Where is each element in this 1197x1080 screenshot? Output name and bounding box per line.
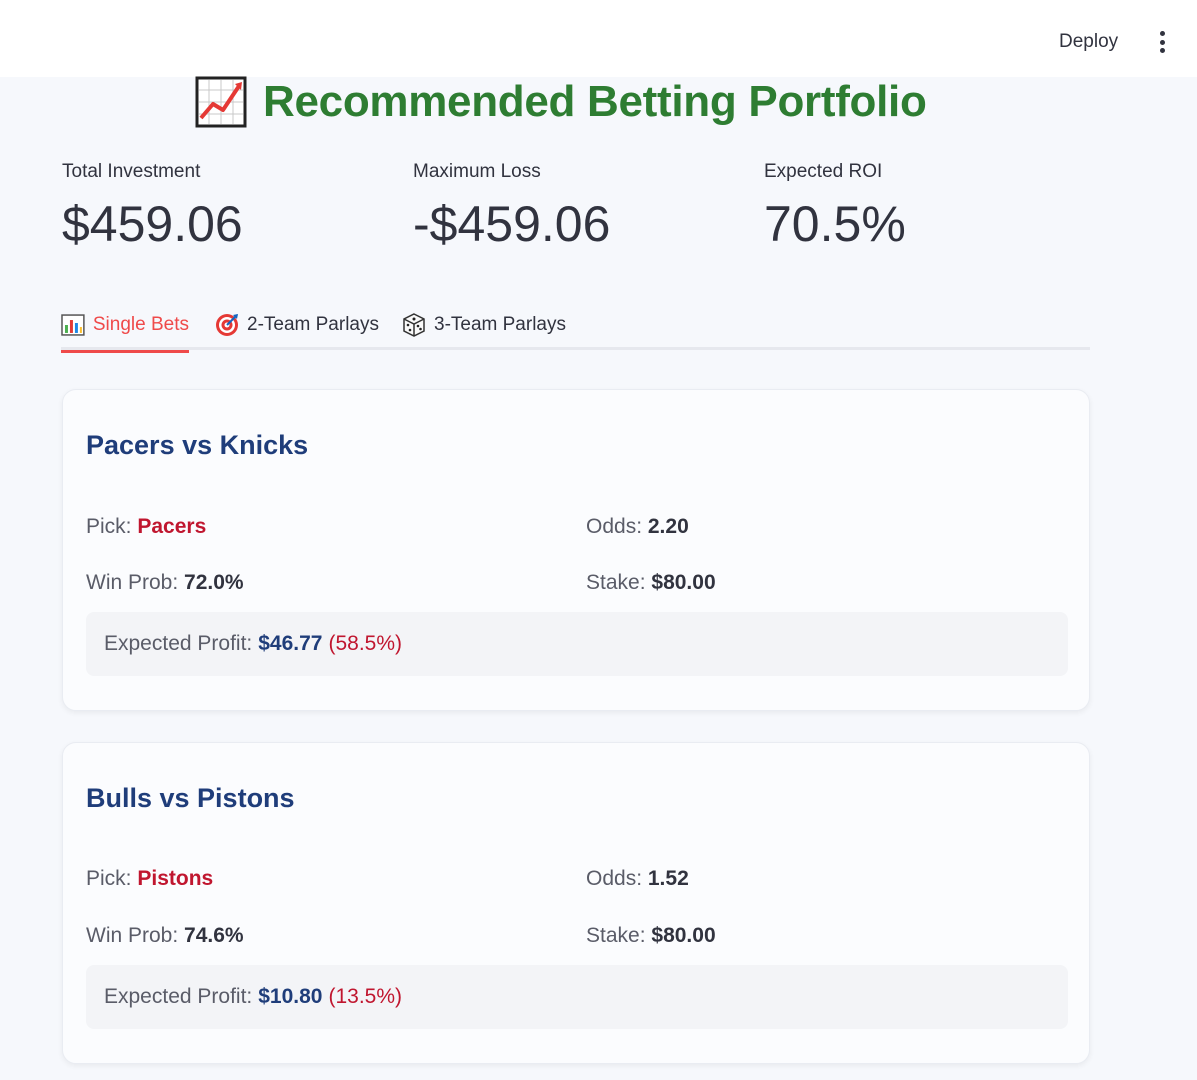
- odds-value: 1.52: [647, 867, 689, 890]
- tab-label: Single Bets: [92, 314, 189, 335]
- stake-value: $80.00: [651, 571, 716, 594]
- bet-card: Pacers vs Knicks Pick: Pacers Odds: 2.20…: [62, 389, 1090, 711]
- bet-pick: Pick: Pacers: [86, 515, 206, 539]
- tab-single-bets[interactable]: Single Bets: [61, 300, 189, 353]
- expected-profit-box: Expected Profit: $46.77 (58.5%): [86, 612, 1068, 676]
- bet-stake: Stake: $80.00: [586, 571, 716, 595]
- bet-stake: Stake: $80.00: [586, 924, 716, 948]
- win-prob-value: 74.6%: [184, 924, 244, 947]
- pick-label: Pick:: [86, 867, 132, 890]
- tab-label: 3-Team Parlays: [434, 314, 566, 335]
- expected-profit-label: Expected Profit:: [104, 985, 253, 1008]
- win-prob-label: Win Prob:: [86, 924, 179, 947]
- win-prob-label: Win Prob:: [86, 571, 179, 594]
- bet-odds: Odds: 2.20: [586, 515, 689, 539]
- metric-label: Total Investment: [62, 161, 201, 182]
- tab-bar: Single Bets 2-Team Parlays 3-Team Parlay…: [61, 300, 1090, 353]
- metric-value: -$459.06: [413, 196, 611, 252]
- metric-total-investment: Total Investment $459.06: [62, 158, 392, 252]
- odds-label: Odds:: [586, 867, 643, 890]
- bet-win-prob: Win Prob: 74.6%: [86, 924, 244, 948]
- bet-matchup-title: Pacers vs Knicks: [86, 430, 309, 460]
- dice-icon: [403, 313, 425, 337]
- bet-odds: Odds: 1.52: [586, 867, 689, 891]
- metric-label: Maximum Loss: [413, 161, 541, 182]
- metric-maximum-loss: Maximum Loss -$459.06: [413, 158, 743, 252]
- metric-value: 70.5%: [764, 196, 906, 252]
- target-icon: [216, 314, 238, 336]
- bet-card: Bulls vs Pistons Pick: Pistons Odds: 1.5…: [62, 742, 1090, 1064]
- expected-profit-percent: (58.5%): [328, 632, 403, 655]
- page-title-text: Recommended Betting Portfolio: [263, 77, 927, 126]
- main-menu-icon[interactable]: [1150, 28, 1174, 56]
- bet-matchup-title: Bulls vs Pistons: [86, 783, 295, 813]
- top-bar: Deploy: [0, 0, 1197, 77]
- tab-2-team-parlays[interactable]: 2-Team Parlays: [215, 300, 379, 350]
- pick-value: Pistons: [137, 867, 214, 890]
- bet-win-prob: Win Prob: 72.0%: [86, 571, 244, 595]
- stake-value: $80.00: [651, 924, 716, 947]
- metric-value: $459.06: [62, 196, 243, 252]
- expected-profit-value: $46.77: [258, 632, 323, 655]
- bar-chart-icon: [61, 314, 85, 336]
- deploy-button[interactable]: Deploy: [1046, 26, 1131, 58]
- metric-expected-roi: Expected ROI 70.5%: [764, 158, 1094, 252]
- pick-label: Pick:: [86, 515, 132, 538]
- odds-label: Odds:: [586, 515, 643, 538]
- tab-3-team-parlays[interactable]: 3-Team Parlays: [402, 300, 566, 350]
- chart-increasing-icon: [195, 76, 247, 128]
- page-title: Recommended Betting Portfolio: [195, 74, 927, 130]
- win-prob-value: 72.0%: [184, 571, 244, 594]
- stake-label: Stake:: [586, 571, 646, 594]
- tab-label: 2-Team Parlays: [247, 314, 379, 335]
- expected-profit-box: Expected Profit: $10.80 (13.5%): [86, 965, 1068, 1029]
- odds-value: 2.20: [647, 515, 689, 538]
- metric-label: Expected ROI: [764, 161, 883, 182]
- expected-profit-label: Expected Profit:: [104, 632, 253, 655]
- stake-label: Stake:: [586, 924, 646, 947]
- pick-value: Pacers: [137, 515, 207, 538]
- expected-profit-percent: (13.5%): [328, 985, 403, 1008]
- expected-profit-value: $10.80: [258, 985, 323, 1008]
- bet-pick: Pick: Pistons: [86, 867, 213, 891]
